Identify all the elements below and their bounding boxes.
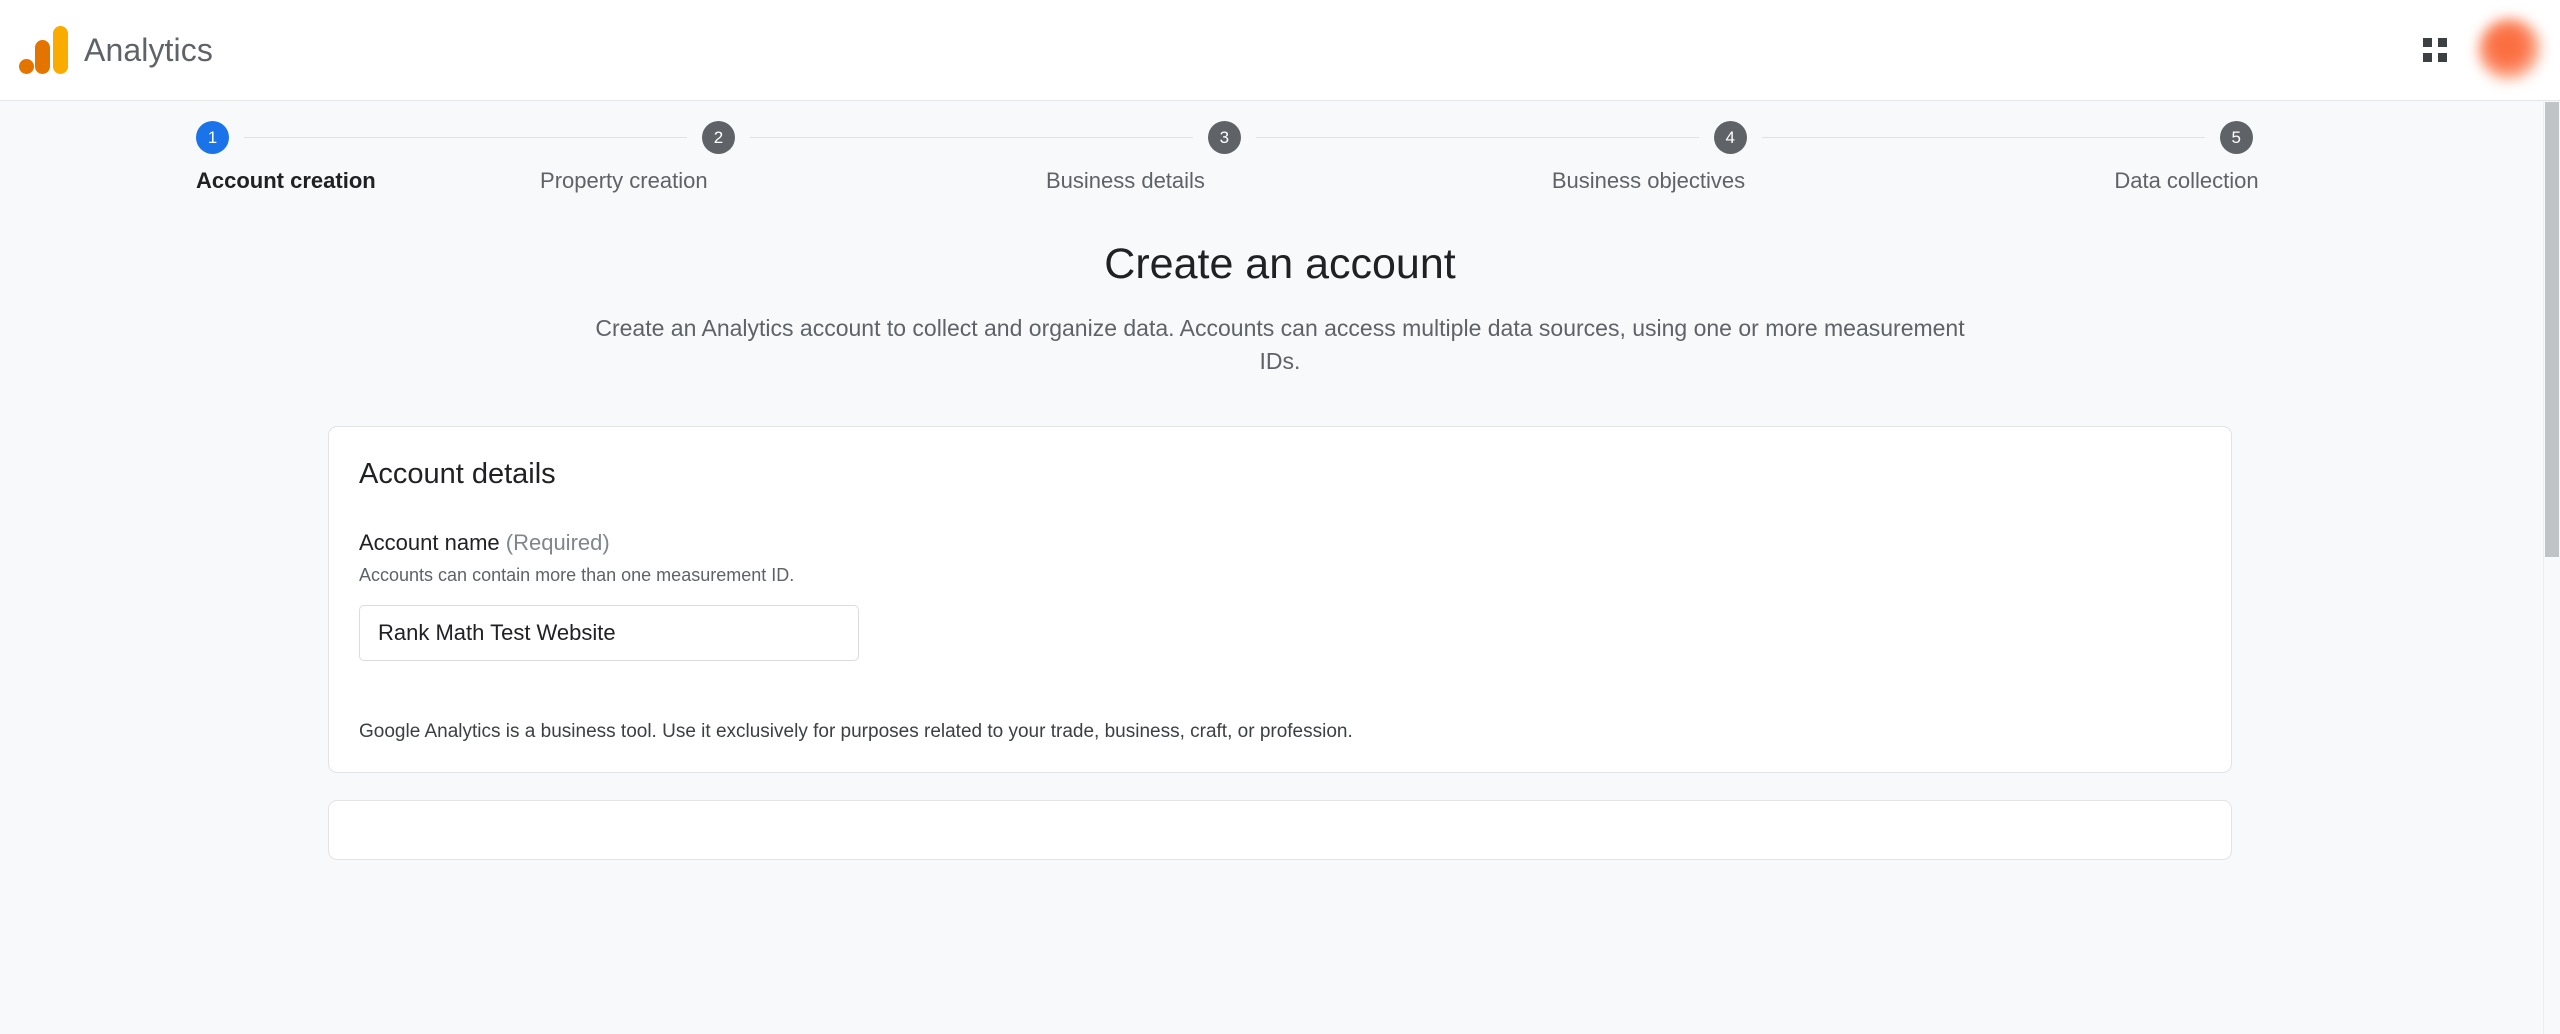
step-number-badge: 2	[701, 120, 735, 154]
step-connector	[1255, 136, 1699, 138]
step-label: Data collection	[2114, 168, 2259, 193]
step-marker-row: 1	[196, 115, 702, 159]
apps-grid-icon[interactable]	[2412, 27, 2458, 73]
step-data-collection[interactable]: 5 Data collection	[2114, 115, 2364, 195]
step-marker-row: 4	[1713, 115, 2220, 159]
brand-title: Analytics	[84, 32, 213, 68]
main-content: Create an account Create an Analytics ac…	[0, 195, 2560, 860]
card-title: Account details	[359, 457, 556, 490]
page-description: Create an Analytics account to collect a…	[595, 315, 1965, 375]
step-connector	[1761, 136, 2205, 138]
account-name-label: Account name (Required)	[359, 530, 2201, 556]
apps-grid-cell	[2438, 53, 2447, 62]
account-name-input[interactable]	[359, 605, 859, 662]
business-tool-note: Google Analytics is a business tool. Use…	[359, 721, 1353, 743]
apps-grid-cell	[2438, 38, 2447, 47]
account-details-card: Account details Account name (Required) …	[328, 425, 2232, 773]
progress-stepper: 1 Account creation 2 Property creation 3…	[0, 101, 2560, 195]
header-actions	[2412, 0, 2542, 100]
step-marker-row: 2	[701, 115, 1208, 159]
step-label: Business details	[1045, 168, 1205, 193]
avatar[interactable]	[2478, 18, 2542, 82]
brand[interactable]: Analytics	[18, 0, 213, 100]
step-number-badge: 1	[196, 120, 229, 154]
logo-bar-tall	[53, 26, 68, 74]
step-label: Business objectives	[1551, 168, 1746, 193]
apps-grid-cell	[2423, 53, 2432, 62]
account-name-label-text: Account name	[359, 529, 500, 555]
step-number-badge: 5	[2219, 120, 2253, 154]
step-label: Property creation	[540, 168, 708, 193]
step-marker-row: 3	[1207, 115, 1714, 159]
step-connector	[749, 136, 1193, 138]
page-title: Create an account	[1104, 239, 1456, 288]
account-name-help-text: Accounts can contain more than one measu…	[359, 564, 795, 585]
vertical-scrollbar[interactable]	[2543, 102, 2560, 1034]
step-marker-row: 5	[2219, 115, 2364, 159]
step-number-badge: 3	[1207, 120, 1241, 154]
logo-bar-mid	[35, 40, 50, 74]
step-number-badge: 4	[1713, 120, 1747, 154]
google-analytics-logo-icon	[18, 26, 70, 74]
account-name-required-hint: (Required)	[505, 529, 610, 555]
logo-dot	[19, 59, 34, 74]
next-section-card	[328, 799, 2232, 860]
vertical-scrollbar-thumb[interactable]	[2545, 102, 2559, 557]
step-connector	[244, 136, 687, 138]
app-header: Analytics	[0, 0, 2560, 101]
apps-grid-cell	[2423, 38, 2432, 47]
stepper-steps: 1 Account creation 2 Property creation 3…	[0, 115, 2560, 195]
